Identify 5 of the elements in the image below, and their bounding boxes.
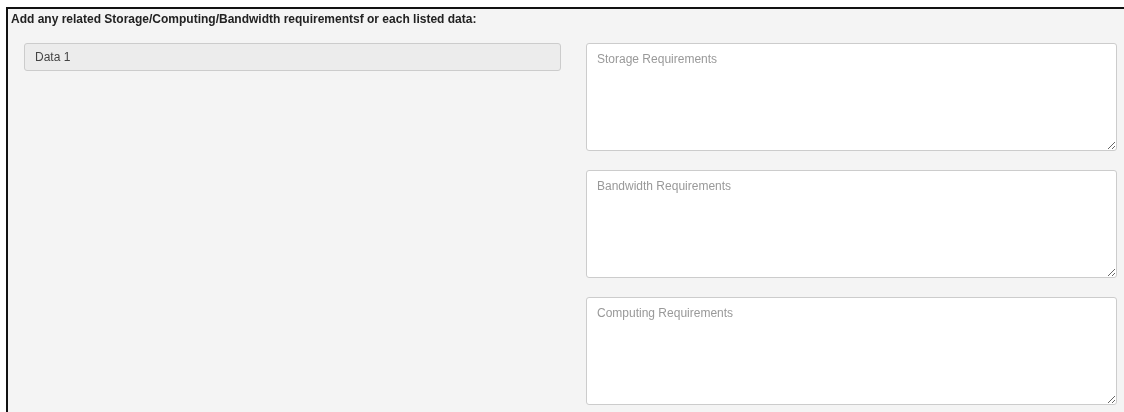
data-field[interactable]: Data 1: [24, 43, 561, 71]
requirements-textarea[interactable]: Computing Requirements: [586, 297, 1117, 405]
requirements-textarea[interactable]: Bandwidth Requirements: [586, 170, 1117, 278]
form-heading: Add any related Storage/Computing/Bandwidth requirementsf or each listed data:: [10, 11, 478, 26]
requirements-textarea[interactable]: Storage Requirements: [586, 43, 1117, 151]
